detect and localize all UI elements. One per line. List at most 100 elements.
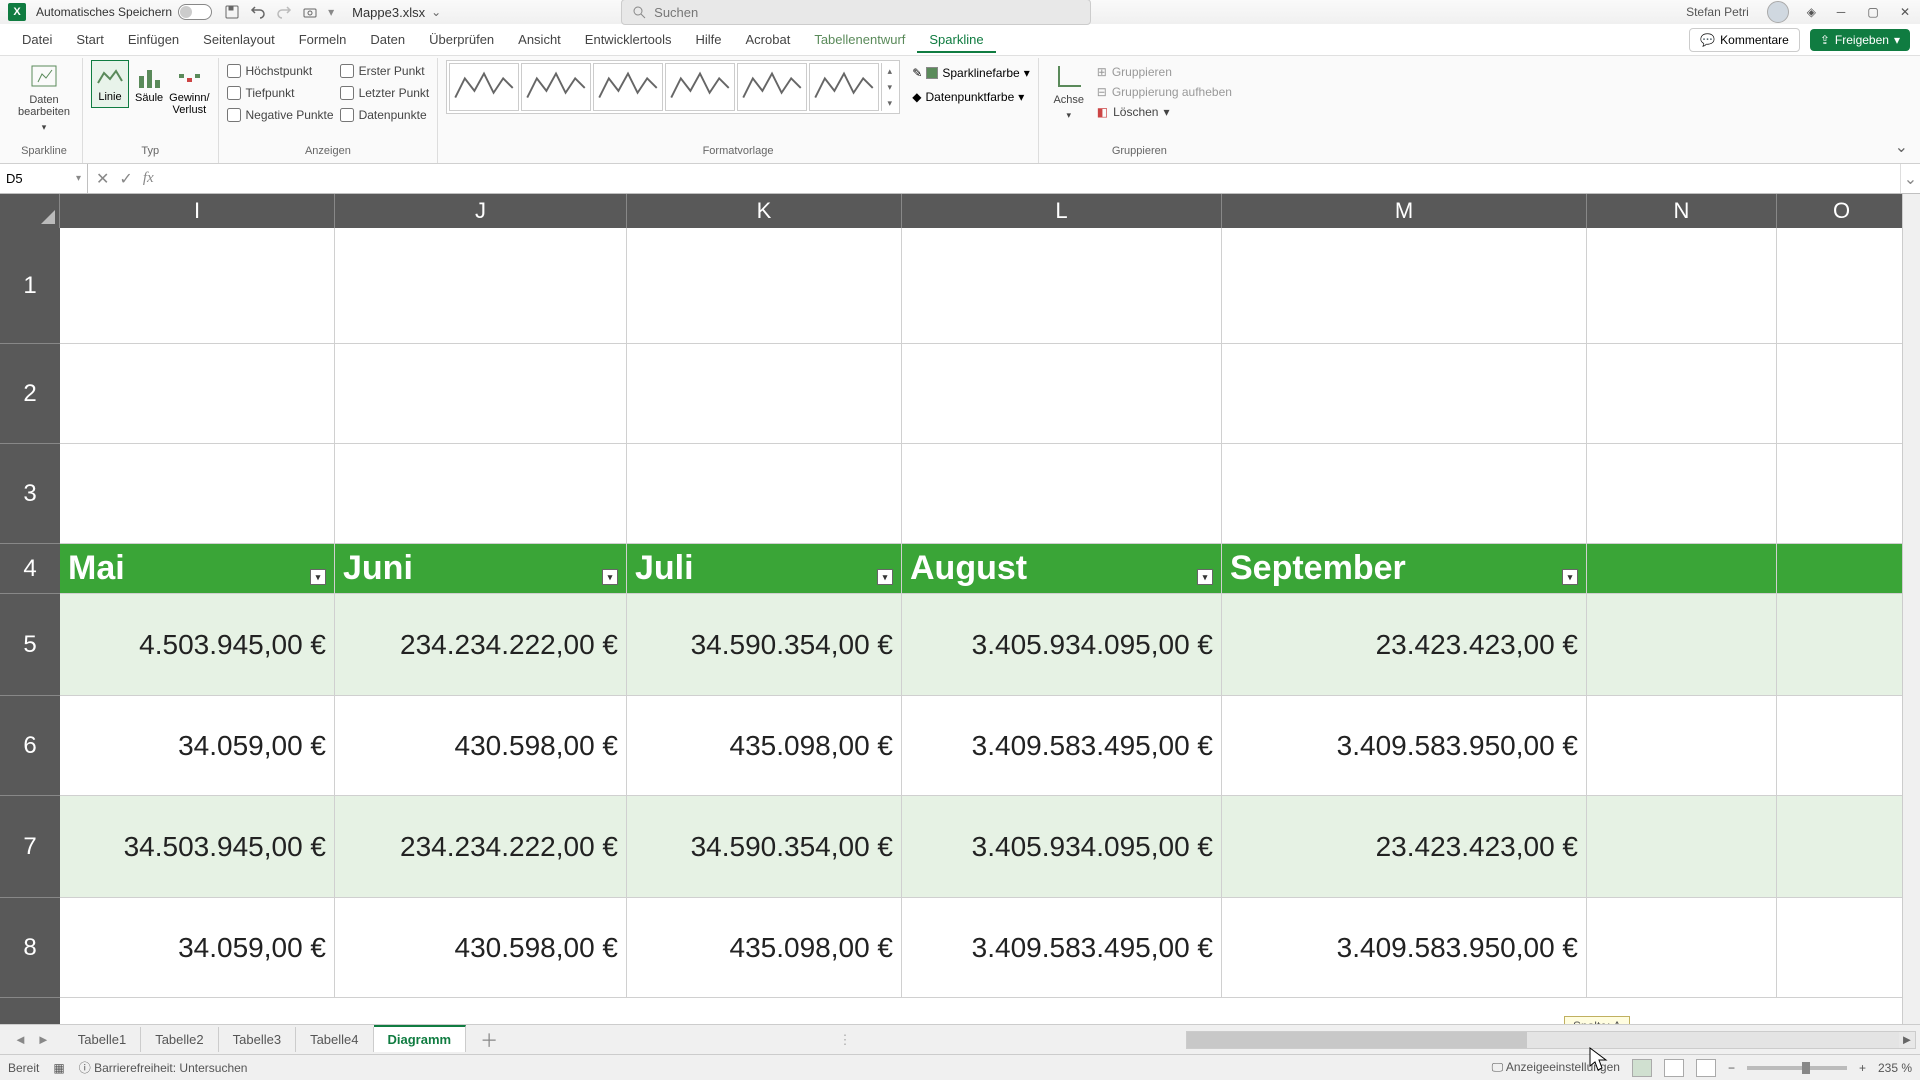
cell[interactable]: [1222, 444, 1587, 543]
column-header-J[interactable]: J: [335, 194, 627, 228]
cell[interactable]: [1587, 796, 1777, 897]
cell[interactable]: [627, 228, 902, 343]
redo-icon[interactable]: [276, 4, 292, 20]
row-header-3[interactable]: 3: [0, 444, 60, 544]
save-icon[interactable]: [224, 4, 240, 20]
sheet-nav-next[interactable]: ►: [37, 1032, 50, 1047]
horizontal-scrollbar[interactable]: ◄ ►: [1186, 1031, 1916, 1049]
filter-button[interactable]: ▾: [1197, 569, 1213, 585]
cells-area[interactable]: Mai▾Juni▾Juli▾August▾September▾4.503.945…: [60, 228, 1920, 1024]
negpoints-checkbox[interactable]: Negative Punkte: [227, 108, 334, 122]
column-header-N[interactable]: N: [1587, 194, 1777, 228]
datapoints-checkbox[interactable]: Datenpunkte: [340, 108, 430, 122]
share-button[interactable]: ⇪ Freigeben ▾: [1810, 29, 1910, 51]
cell[interactable]: [902, 228, 1222, 343]
autosave-toggle[interactable]: [178, 4, 212, 20]
cell[interactable]: [1587, 228, 1777, 343]
row-header-4[interactable]: 4: [0, 544, 60, 594]
menu-tab-start[interactable]: Start: [64, 26, 115, 53]
style-thumb[interactable]: [809, 63, 879, 111]
normal-view-button[interactable]: [1632, 1059, 1652, 1077]
style-thumb[interactable]: [593, 63, 663, 111]
menu-tab-sparkline[interactable]: Sparkline: [917, 26, 995, 53]
cell[interactable]: 34.590.354,00 €: [627, 594, 902, 695]
cell[interactable]: [1587, 444, 1777, 543]
axis-button[interactable]: Achse ▾: [1047, 60, 1091, 123]
cell[interactable]: [1777, 796, 1907, 897]
row-header-2[interactable]: 2: [0, 344, 60, 444]
datapoint-color-button[interactable]: ◆Datenpunktfarbe ▾: [912, 88, 1029, 106]
column-header-O[interactable]: O: [1777, 194, 1907, 228]
cell[interactable]: 430.598,00 €: [335, 898, 627, 997]
cell[interactable]: 3.405.934.095,00 €: [902, 796, 1222, 897]
close-button[interactable]: ✕: [1898, 5, 1912, 19]
zoom-in-button[interactable]: +: [1859, 1061, 1866, 1075]
collapse-ribbon-button[interactable]: ⌄: [1889, 131, 1914, 163]
menu-tab-seitenlayout[interactable]: Seitenlayout: [191, 26, 287, 53]
column-header-L[interactable]: L: [902, 194, 1222, 228]
row-header-7[interactable]: 7: [0, 796, 60, 898]
firstpoint-checkbox[interactable]: Erster Punkt: [340, 64, 430, 78]
clear-button[interactable]: ◧Löschen ▾: [1097, 104, 1232, 120]
row-header-8[interactable]: 8: [0, 898, 60, 998]
cell[interactable]: [1777, 444, 1907, 543]
row-header-1[interactable]: 1: [0, 228, 60, 344]
camera-icon[interactable]: [302, 4, 318, 20]
column-header-M[interactable]: M: [1222, 194, 1587, 228]
style-thumb[interactable]: [737, 63, 807, 111]
cell[interactable]: 3.405.934.095,00 €: [902, 594, 1222, 695]
pagelayout-view-button[interactable]: [1664, 1059, 1684, 1077]
menu-tab-formeln[interactable]: Formeln: [287, 26, 359, 53]
style-thumb[interactable]: [521, 63, 591, 111]
cell[interactable]: 23.423.423,00 €: [1222, 796, 1587, 897]
cell[interactable]: 435.098,00 €: [627, 898, 902, 997]
sheet-tab-tabelle2[interactable]: Tabelle2: [141, 1027, 218, 1052]
zoom-out-button[interactable]: −: [1728, 1061, 1735, 1075]
menu-tab-entwicklertools[interactable]: Entwicklertools: [573, 26, 684, 53]
type-column-button[interactable]: Säule: [135, 60, 163, 104]
cancel-icon[interactable]: ✕: [96, 169, 109, 189]
sheet-tab-tabelle4[interactable]: Tabelle4: [296, 1027, 373, 1052]
menu-tab-acrobat[interactable]: Acrobat: [734, 26, 803, 53]
menu-tab-überprüfen[interactable]: Überprüfen: [417, 26, 506, 53]
filter-button[interactable]: ▾: [1562, 569, 1578, 585]
row-header-6[interactable]: 6: [0, 696, 60, 796]
menu-tab-hilfe[interactable]: Hilfe: [684, 26, 734, 53]
cell[interactable]: [1222, 228, 1587, 343]
cell[interactable]: [1587, 696, 1777, 795]
cell[interactable]: Mai▾: [60, 544, 335, 593]
column-header-I[interactable]: I: [60, 194, 335, 228]
cell[interactable]: [335, 228, 627, 343]
cell[interactable]: [1587, 594, 1777, 695]
expand-formula-button[interactable]: ⌄: [1900, 164, 1920, 193]
style-thumb[interactable]: [665, 63, 735, 111]
cell[interactable]: [1587, 898, 1777, 997]
lowpoint-checkbox[interactable]: Tiefpunkt: [227, 86, 334, 100]
lastpoint-checkbox[interactable]: Letzter Punkt: [340, 86, 430, 100]
cell[interactable]: 34.059,00 €: [60, 696, 335, 795]
edit-data-button[interactable]: Daten bearbeiten ▾: [14, 60, 74, 135]
type-line-button[interactable]: Linie: [91, 60, 129, 108]
filter-button[interactable]: ▾: [877, 569, 893, 585]
minimize-button[interactable]: ─: [1834, 5, 1848, 19]
cell[interactable]: [60, 444, 335, 543]
gallery-scroll[interactable]: ▴▾▾: [881, 63, 897, 111]
vertical-scrollbar[interactable]: [1902, 194, 1920, 1024]
sheet-tab-diagramm[interactable]: Diagramm: [374, 1025, 467, 1052]
menu-tab-einfügen[interactable]: Einfügen: [116, 26, 191, 53]
display-settings-button[interactable]: 🖵 Anzeigeeinstellungen: [1492, 1060, 1620, 1075]
menu-tab-datei[interactable]: Datei: [10, 26, 64, 53]
cell[interactable]: [335, 444, 627, 543]
cell[interactable]: [60, 228, 335, 343]
cell[interactable]: 34.059,00 €: [60, 898, 335, 997]
cell[interactable]: [1777, 594, 1907, 695]
cell[interactable]: 34.503.945,00 €: [60, 796, 335, 897]
formula-input[interactable]: [162, 164, 1900, 193]
cell[interactable]: [1222, 344, 1587, 443]
scroll-thumb[interactable]: [1187, 1032, 1527, 1048]
cell[interactable]: [1777, 544, 1907, 593]
fx-icon[interactable]: fx: [143, 170, 154, 187]
pagebreak-view-button[interactable]: [1696, 1059, 1716, 1077]
sparkline-color-button[interactable]: ✎Sparklinefarbe ▾: [912, 64, 1029, 82]
search-box[interactable]: Suchen: [621, 0, 1091, 25]
